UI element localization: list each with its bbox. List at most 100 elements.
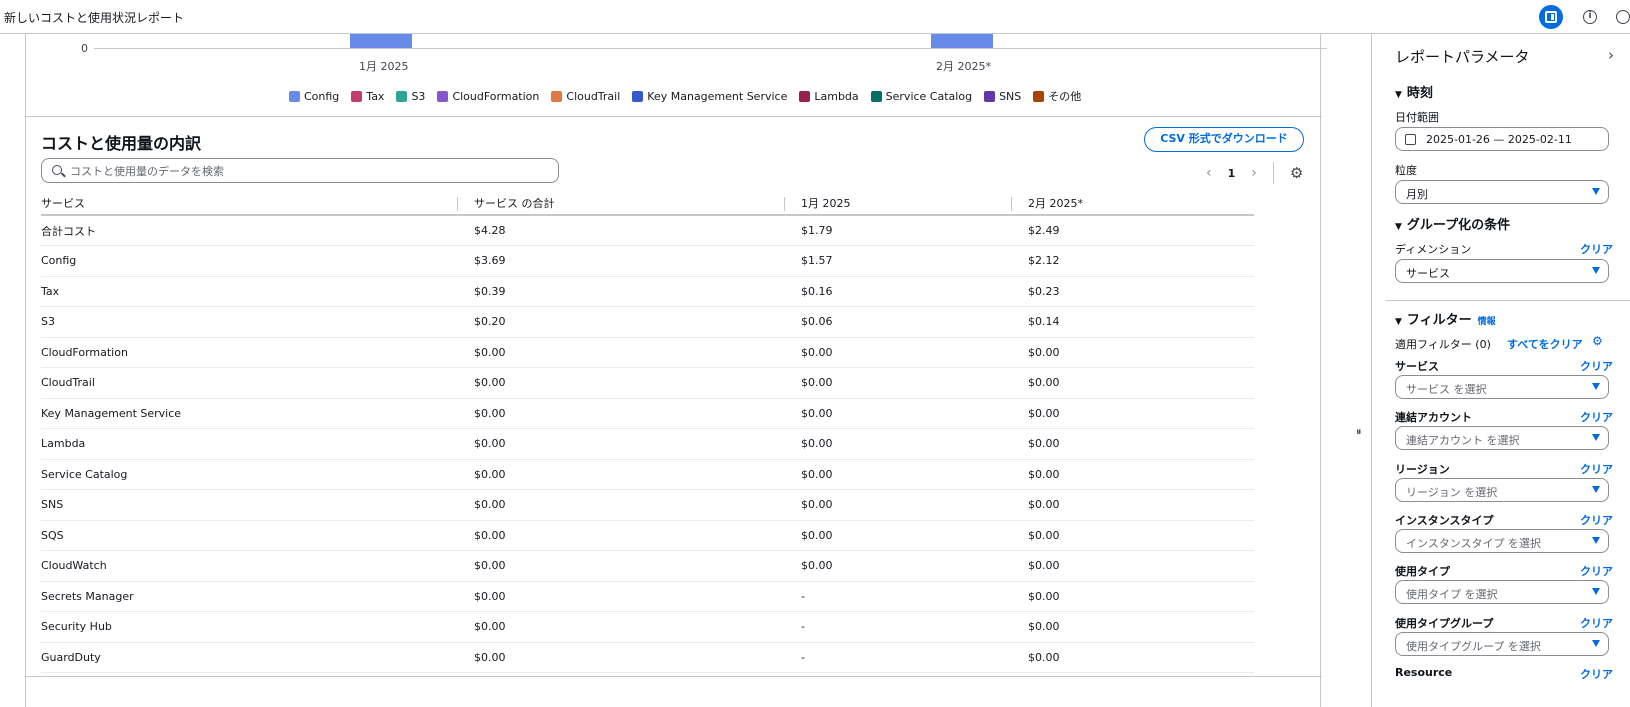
- column-header[interactable]: サービス: [41, 191, 474, 216]
- caret-down-icon: [1592, 639, 1600, 647]
- filter-clear-link[interactable]: クリア: [1580, 358, 1613, 374]
- table-cell: Secrets Manager: [41, 581, 474, 612]
- resource-clear-link[interactable]: クリア: [1580, 666, 1613, 682]
- info-icon[interactable]: i: [1583, 10, 1597, 24]
- dimension-clear-link[interactable]: クリア: [1580, 241, 1613, 257]
- gear-icon[interactable]: ⚙: [1592, 334, 1603, 348]
- table-cell: $2.12: [1028, 245, 1254, 277]
- filter-clear-link[interactable]: クリア: [1580, 563, 1613, 579]
- column-header[interactable]: 2月 2025*: [1028, 191, 1254, 216]
- section-filters[interactable]: ▼ フィルター 情報: [1395, 309, 1496, 328]
- table-cell: $0.00: [1028, 611, 1254, 643]
- section-time[interactable]: ▼ 時刻: [1395, 82, 1433, 101]
- column-header-label: 2月 2025*: [1028, 196, 1083, 210]
- chevron-right-icon[interactable]: ›: [1608, 46, 1614, 64]
- column-resizer[interactable]: [784, 197, 785, 211]
- table-cell: $3.69: [474, 245, 801, 277]
- filter-select[interactable]: 使用タイプ を選択: [1395, 580, 1609, 605]
- table-row: CloudTrail $0.00 $0.00 $0.00: [41, 367, 1254, 399]
- chevron-right-icon[interactable]: ›: [1251, 165, 1257, 181]
- table-cell: $4.28: [474, 215, 801, 246]
- table-cell: CloudWatch: [41, 550, 474, 582]
- panel-toggle-button[interactable]: [1539, 5, 1563, 29]
- filter-select[interactable]: リージョン を選択: [1395, 477, 1609, 502]
- legend-item[interactable]: Lambda: [799, 88, 859, 104]
- legend-item[interactable]: CloudFormation: [437, 88, 539, 104]
- legend-item[interactable]: S3: [396, 88, 425, 104]
- clear-all-link[interactable]: すべてをクリア: [1507, 336, 1583, 352]
- table-cell: $0.00: [1028, 489, 1254, 521]
- table-cell: $0.06: [801, 306, 1028, 338]
- table-row: S3 $0.20 $0.06 $0.14: [41, 306, 1254, 338]
- column-header[interactable]: 1月 2025: [801, 191, 1028, 216]
- bar-feb-config[interactable]: [931, 34, 993, 48]
- legend-swatch: [1033, 90, 1045, 102]
- filter-select[interactable]: インスタンスタイプ を選択: [1395, 528, 1609, 553]
- table-row: Service Catalog $0.00 $0.00 $0.00: [41, 459, 1254, 490]
- granularity-value: 月別: [1406, 188, 1428, 201]
- filter-clear-link[interactable]: クリア: [1580, 615, 1613, 631]
- panel-title: レポートパラメータ: [1395, 48, 1530, 66]
- legend-swatch: [551, 90, 563, 102]
- calendar-icon: [1405, 134, 1416, 145]
- date-range-picker[interactable]: 2025-01-26 — 2025-02-11: [1395, 127, 1609, 151]
- column-resizer[interactable]: [457, 197, 458, 211]
- table-cell: $0.00: [474, 428, 801, 460]
- resource-label: Resource: [1395, 666, 1453, 679]
- legend-label: S3: [411, 89, 426, 103]
- legend-label: Service Catalog: [885, 89, 973, 103]
- filter-clear-link[interactable]: クリア: [1580, 461, 1613, 477]
- table-cell: Key Management Service: [41, 398, 474, 429]
- legend-item[interactable]: Service Catalog: [870, 88, 973, 104]
- csv-download-button[interactable]: CSV 形式でダウンロード: [1144, 127, 1304, 152]
- drag-handle-icon[interactable]: ⏸: [1356, 425, 1362, 439]
- table-cell: $0.00: [1028, 581, 1254, 612]
- filter-select[interactable]: 使用タイプグループ を選択: [1395, 631, 1609, 656]
- table-row: GuardDuty $0.00- $0.00: [41, 642, 1254, 673]
- page-number[interactable]: 1: [1228, 167, 1236, 180]
- legend-item[interactable]: Key Management Service: [632, 88, 787, 104]
- legend-label: その他: [1048, 90, 1082, 103]
- gear-icon[interactable]: ⚙: [1290, 164, 1303, 182]
- chevron-left-icon[interactable]: ‹: [1206, 165, 1212, 181]
- info-link[interactable]: 情報: [1478, 317, 1496, 327]
- legend-swatch: [437, 90, 449, 102]
- column-header-label: サービス の合計: [474, 196, 555, 210]
- filter-placeholder: 使用タイプグループ を選択: [1406, 639, 1541, 653]
- y-axis-tick: 0: [81, 42, 88, 55]
- legend-item[interactable]: CloudTrail: [551, 88, 620, 104]
- legend-item[interactable]: Config: [289, 88, 339, 104]
- divider: [26, 116, 1322, 117]
- x-tick-label: 2月 2025*: [936, 60, 991, 73]
- filter-clear-link[interactable]: クリア: [1580, 512, 1613, 528]
- search-input[interactable]: [70, 162, 550, 180]
- table-cell: SNS: [41, 489, 474, 521]
- column-header[interactable]: サービス の合計: [474, 191, 801, 216]
- table-cell: $0.00: [801, 489, 1028, 521]
- table-cell: $0.00: [474, 489, 801, 521]
- caret-down-icon: ▼: [1395, 317, 1402, 327]
- main-content: 0 1月 2025 2月 2025* Config Tax S3 CloudForma…: [25, 34, 1327, 707]
- legend-label: Key Management Service: [647, 89, 788, 103]
- table-cell: $0.00: [1028, 520, 1254, 551]
- legend-swatch: [870, 90, 882, 102]
- column-resizer[interactable]: [1011, 197, 1012, 211]
- legend-item[interactable]: その他: [1033, 88, 1081, 104]
- section-label: フィルター: [1406, 313, 1472, 328]
- legend-item[interactable]: Tax: [351, 88, 384, 104]
- table-cell: $0.00: [1028, 367, 1254, 399]
- dimension-select[interactable]: サービス: [1395, 259, 1609, 283]
- table-cell: $0.14: [1028, 306, 1254, 338]
- bar-jan-config[interactable]: [350, 34, 412, 48]
- granularity-label: 粒度: [1395, 164, 1417, 177]
- granularity-select[interactable]: 月別: [1395, 180, 1609, 204]
- filter-select[interactable]: サービス を選択: [1395, 375, 1609, 399]
- table-cell: $0.00: [1028, 337, 1254, 368]
- filter-select[interactable]: 連結アカウント を選択: [1395, 426, 1609, 451]
- table-cell: $0.00: [801, 459, 1028, 490]
- more-icon[interactable]: [1616, 10, 1630, 24]
- legend-item[interactable]: SNS: [984, 88, 1021, 104]
- filter-clear-link[interactable]: クリア: [1580, 409, 1613, 425]
- table-cell: 合計コスト: [41, 215, 474, 246]
- section-group-by[interactable]: ▼ グループ化の条件: [1395, 214, 1510, 233]
